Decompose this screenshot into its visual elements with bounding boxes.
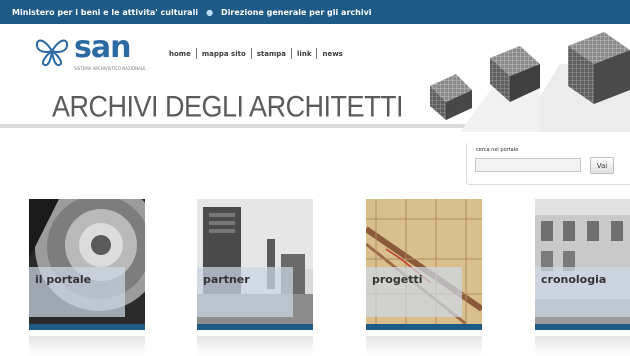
tile-base-bar	[29, 324, 145, 330]
tile-label: il portale	[35, 273, 92, 286]
logo-tagline: SISTEMA ARCHIVISTICO NAZIONALE	[74, 66, 146, 71]
tile-reflection	[366, 336, 482, 356]
top-bar: Ministero per i beni e le attivita' cult…	[0, 0, 630, 24]
site-title: ARCHIVI DEGLI ARCHITETTI	[52, 90, 404, 123]
butterfly-logo-icon	[35, 39, 69, 67]
tile-reflection	[197, 336, 313, 356]
search-go-button[interactable]: Vai	[590, 157, 614, 174]
main-nav: home mappa sito stampa link news	[164, 48, 348, 59]
nav-stampa[interactable]: stampa	[252, 50, 291, 58]
tile-reflection	[29, 336, 145, 356]
tile-base-bar	[366, 324, 482, 330]
san-logo[interactable]: san SISTEMA ARCHIVISTICO NAZIONALE	[34, 30, 146, 72]
tile-cronologia[interactable]: cronologia	[535, 199, 630, 330]
tile-base-bar	[535, 324, 630, 330]
search-label: cerca nel portale	[476, 147, 519, 153]
nav-link[interactable]: link	[292, 50, 316, 58]
tile-label: progetti	[372, 273, 423, 286]
tile-il-portale[interactable]: il portale	[29, 199, 145, 330]
tile-progetti[interactable]: progetti	[366, 199, 482, 330]
nav-mappa-sito[interactable]: mappa sito	[197, 50, 251, 58]
logo-wordmark: san	[74, 30, 131, 65]
tile-reflection	[535, 336, 630, 356]
bullet-separator: ●	[206, 7, 214, 17]
decorative-cubes-image	[430, 32, 630, 132]
tile-label: partner	[203, 273, 250, 286]
ministry-link[interactable]: Ministero per i beni e le attivita' cult…	[12, 8, 198, 17]
nav-news[interactable]: news	[317, 50, 347, 58]
directorate-link[interactable]: Direzione generale per gli archivi	[221, 8, 371, 17]
tile-base-bar	[197, 324, 313, 330]
tile-label: cronologia	[541, 273, 607, 286]
tile-partner[interactable]: partner	[197, 199, 313, 330]
search-input[interactable]	[475, 158, 581, 172]
nav-home[interactable]: home	[164, 50, 196, 58]
